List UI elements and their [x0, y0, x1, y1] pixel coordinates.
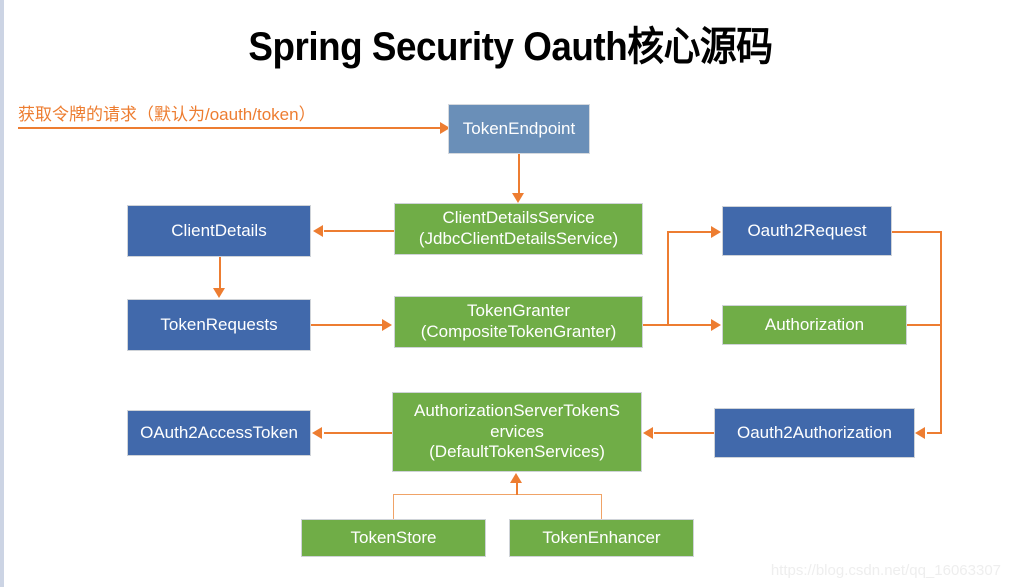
node-oauth2-request[interactable]: Oauth2Request — [722, 206, 892, 256]
node-oauth2-authorization[interactable]: Oauth2Authorization — [714, 408, 915, 458]
node-client-details[interactable]: ClientDetails — [127, 205, 311, 257]
node-oauth2-access-token[interactable]: OAuth2AccessToken — [127, 410, 311, 456]
node-authorization-server-token-services-line-1: AuthorizationServerTokenS — [413, 400, 620, 420]
node-oauth2-access-token-line-1: OAuth2AccessToken — [140, 422, 298, 442]
node-oauth2-request-line-1: Oauth2Request — [747, 220, 867, 240]
node-token-store[interactable]: TokenStore — [301, 519, 486, 557]
node-token-requests[interactable]: TokenRequests — [127, 299, 311, 351]
node-authorization-server-token-services[interactable]: AuthorizationServerTokenS ervices (Defau… — [392, 392, 642, 472]
node-token-endpoint-line-1: TokenEndpoint — [462, 118, 576, 138]
edge-token-endpoint-to-client-details-service-line — [518, 154, 520, 194]
node-authorization-line-1: Authorization — [764, 314, 865, 334]
edge-token-store-riser — [393, 494, 394, 519]
node-client-details-line-1: ClientDetails — [171, 220, 267, 240]
edge-token-granter-branch-riser — [667, 231, 669, 325]
node-client-details-service-line-1: ClientDetailsService — [442, 208, 595, 228]
node-authorization-server-token-services-line-3: (DefaultTokenServices) — [429, 442, 605, 462]
edge-oauth2-request-to-oauth2-authorization-line — [892, 231, 942, 233]
node-client-details-service[interactable]: ClientDetailsService (JdbcClientDetailsS… — [394, 203, 643, 255]
request-label: 获取令牌的请求（默认为/oauth/token） — [18, 105, 316, 124]
edge-token-requests-to-token-granter-arrow — [382, 319, 392, 331]
edge-token-sources-to-token-services-arrow — [510, 473, 522, 483]
node-token-endpoint[interactable]: TokenEndpoint — [448, 104, 590, 154]
edge-token-granter-to-authorization-line — [667, 324, 713, 326]
edge-oauth2-authorization-inbound-arrow — [915, 427, 925, 439]
edge-token-granter-branch-stub — [643, 324, 668, 326]
edge-token-services-to-access-token-arrow — [312, 427, 322, 439]
edge-token-sources-merge-bar — [393, 494, 602, 495]
edge-client-details-service-to-client-details-line — [324, 230, 394, 232]
node-token-requests-line-1: TokenRequests — [160, 314, 278, 334]
node-token-store-line-1: TokenStore — [350, 527, 437, 547]
node-oauth2-authorization-line-1: Oauth2Authorization — [737, 422, 892, 442]
edge-token-sources-to-token-services-line — [516, 483, 518, 495]
node-token-granter-line-1: TokenGranter — [467, 301, 570, 321]
edge-oauth2-request-to-oauth2-authorization-riser — [940, 231, 942, 433]
edge-token-endpoint-to-client-details-service-arrow — [512, 193, 524, 203]
edge-token-requests-to-token-granter-line — [311, 324, 383, 326]
edge-token-services-to-access-token-line — [324, 432, 392, 434]
node-token-enhancer[interactable]: TokenEnhancer — [509, 519, 694, 557]
edge-oauth2-authorization-inbound-line — [927, 432, 942, 434]
edge-oauth2-authorization-to-token-services-line — [654, 432, 714, 434]
edge-token-enhancer-riser — [601, 494, 602, 519]
page-title: Spring Security Oauth核心源码 — [248, 25, 773, 69]
edge-authorization-to-oauth2-authorization-line — [907, 324, 942, 326]
edge-token-granter-to-oauth2-request-arrow — [711, 226, 721, 238]
node-authorization[interactable]: Authorization — [722, 305, 907, 345]
node-token-granter[interactable]: TokenGranter (CompositeTokenGranter) — [394, 296, 643, 348]
edge-token-granter-to-authorization-arrow — [711, 319, 721, 331]
node-token-granter-line-2: (CompositeTokenGranter) — [420, 322, 617, 341]
edge-client-details-service-to-client-details-arrow — [313, 225, 323, 237]
node-authorization-server-token-services-line-2: ervices — [490, 421, 544, 441]
node-token-enhancer-line-1: TokenEnhancer — [542, 527, 661, 547]
edge-client-details-to-token-requests-arrow — [213, 288, 225, 298]
node-client-details-service-line-2: (JdbcClientDetailsService) — [418, 229, 619, 248]
diagram-canvas: Spring Security Oauth核心源码 获取令牌的请求（默认为/oa… — [0, 0, 1013, 587]
edge-request-to-token-endpoint-line — [18, 127, 442, 129]
edge-oauth2-authorization-to-token-services-arrow — [643, 427, 653, 439]
watermark: https://blog.csdn.net/qq_16063307 — [770, 562, 1001, 579]
edge-token-granter-to-oauth2-request-line — [667, 231, 713, 233]
edge-client-details-to-token-requests-line — [219, 257, 221, 289]
